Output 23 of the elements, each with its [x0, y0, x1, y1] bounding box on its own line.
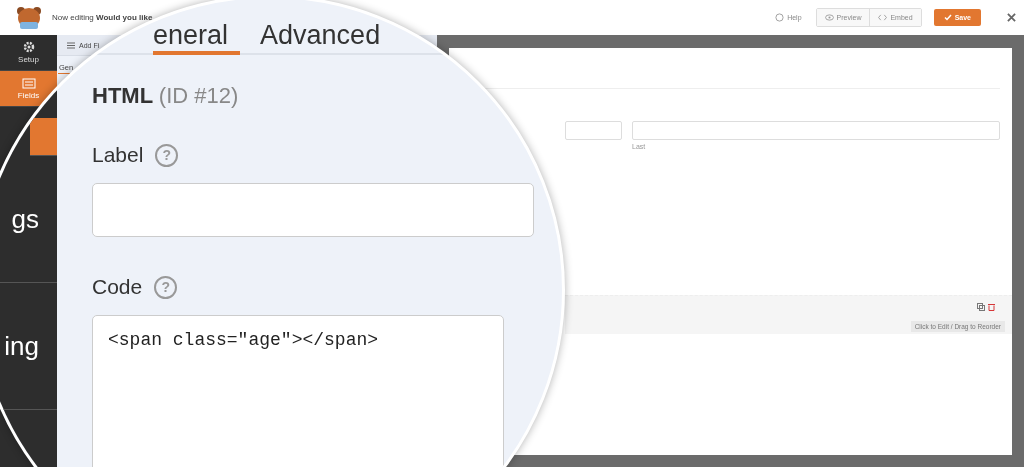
eye-icon: [824, 14, 834, 21]
close-icon[interactable]: [1007, 13, 1016, 22]
editing-title: Now editing Would you like: [52, 13, 153, 22]
label-input[interactable]: [92, 183, 534, 237]
tab[interactable]: Advanced: [240, 22, 401, 55]
sidebar-item[interactable]: ing: [0, 283, 57, 410]
duplicate-icon[interactable]: [977, 303, 985, 311]
first-name-input[interactable]: [565, 121, 622, 140]
last-name-input[interactable]: [632, 121, 1000, 140]
tab[interactable]: eneral: [153, 22, 241, 55]
sidebar-item[interactable]: [30, 118, 57, 156]
sidebar-item[interactable]: gs: [0, 156, 57, 283]
form-icon: [21, 77, 36, 89]
code-textarea[interactable]: <span class="age"></span>: [92, 315, 504, 467]
logo-icon: [14, 4, 44, 31]
code-heading: Code: [92, 275, 143, 299]
trash-icon[interactable]: [988, 303, 995, 311]
label-heading: Label: [92, 143, 144, 167]
code-icon: [878, 14, 888, 21]
field-title: HTML (ID #12): [92, 83, 240, 109]
check-icon: [943, 14, 952, 21]
list-icon: [67, 41, 75, 49]
gear-icon: [22, 41, 35, 53]
